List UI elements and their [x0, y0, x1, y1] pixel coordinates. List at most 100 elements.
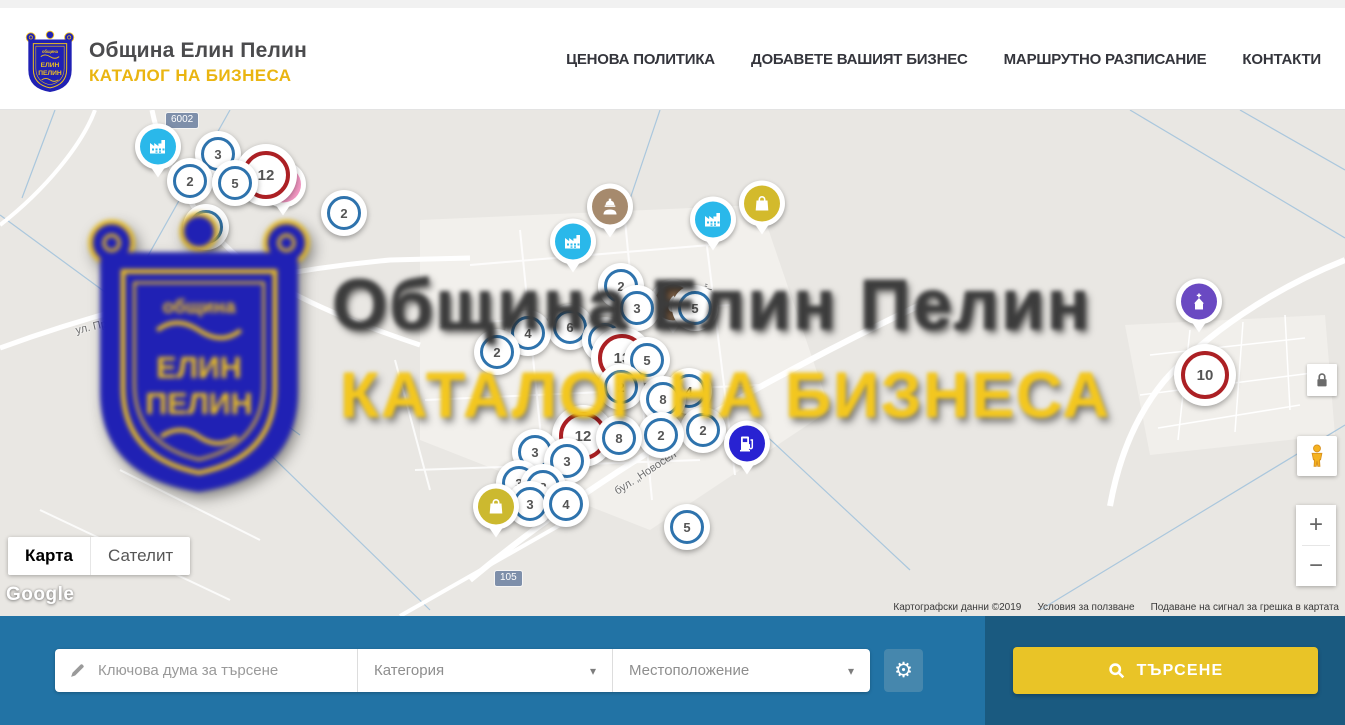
site-subtitle: КАТАЛОГ НА БИЗНЕСА — [89, 66, 307, 86]
cluster-count: 5 — [231, 176, 238, 191]
zoom-out-button[interactable]: − — [1296, 546, 1336, 586]
page: Община Елин Пелин КАТАЛОГ НА БИЗНЕСА ЦЕН… — [0, 0, 1345, 725]
search-button-label: ТЪРСЕНЕ — [1137, 662, 1224, 680]
cluster-count: 8 — [615, 431, 622, 446]
icon-bag — [486, 496, 506, 516]
site-logo[interactable]: Община Елин Пелин КАТАЛОГ НА БИЗНЕСА — [25, 30, 307, 94]
search-bar: Категория ▾ Местоположение ▾ ⚙ ТЪРСЕНЕ — [0, 616, 1345, 725]
street-view-pegman[interactable] — [1297, 436, 1337, 476]
category-label: Категория — [374, 662, 444, 679]
map-type-button[interactable]: Сателит — [90, 537, 190, 575]
cluster-count: 4 — [524, 326, 531, 341]
cluster-marker[interactable]: 8 — [596, 415, 642, 461]
worker-pin-icon[interactable] — [587, 183, 633, 229]
pin-dot — [140, 128, 176, 164]
cluster-count: 12 — [258, 167, 275, 184]
cluster-count: 3 — [214, 147, 221, 162]
cluster-count: 5 — [643, 353, 650, 368]
keyword-field[interactable] — [55, 649, 357, 692]
cluster-marker[interactable]: 2 — [474, 329, 520, 375]
cluster-count: 2 — [657, 428, 664, 443]
search-fields: Категория ▾ Местоположение ▾ — [55, 649, 870, 692]
cluster-marker[interactable]: 5 — [212, 160, 258, 206]
header: Община Елин Пелин КАТАЛОГ НА БИЗНЕСА ЦЕН… — [0, 0, 1345, 110]
icon-factory — [148, 136, 168, 156]
shopping-bag-pin-icon[interactable] — [739, 180, 785, 226]
cluster-count: 6 — [566, 320, 573, 335]
cluster-count: 10 — [1197, 367, 1214, 384]
cluster-count: 5 — [691, 301, 698, 316]
gear-icon: ⚙ — [894, 658, 913, 683]
advanced-settings-button[interactable]: ⚙ — [884, 649, 923, 692]
icon-factory — [563, 231, 583, 251]
cluster-count: 3 — [526, 497, 533, 512]
pin-dot — [729, 425, 765, 461]
site-title: Община Елин Пелин — [89, 39, 307, 63]
attribution-link[interactable]: Подаване на сигнал за грешка в картата — [1151, 602, 1339, 613]
search-button[interactable]: ТЪРСЕНЕ — [1013, 647, 1318, 694]
pencil-icon — [69, 662, 86, 679]
zoom-in-button[interactable]: + — [1296, 505, 1336, 545]
cluster-marker[interactable]: 2 — [680, 407, 726, 453]
cluster-count: 2 — [617, 380, 624, 395]
church-pin-icon[interactable] — [1176, 278, 1222, 324]
pin-dot — [1181, 283, 1217, 319]
search-icon — [1108, 662, 1125, 679]
cluster-count: 5 — [683, 520, 690, 535]
cluster-count: 3 — [633, 301, 640, 316]
cluster-count: 2 — [493, 345, 500, 360]
cluster-count: 8 — [659, 392, 666, 407]
cluster-count: 2 — [699, 423, 706, 438]
google-logo[interactable]: Google — [6, 584, 74, 606]
cluster-marker[interactable]: 5 — [664, 504, 710, 550]
municipality-crest-icon — [25, 30, 75, 94]
icon-church — [1189, 291, 1209, 311]
pin-dot — [695, 201, 731, 237]
cluster-count: 3 — [563, 454, 570, 469]
nav-item[interactable]: КОНТАКТИ — [1242, 51, 1321, 68]
shopping-bag-pin-icon[interactable] — [473, 483, 519, 529]
cluster-marker[interactable]: 10 — [1174, 344, 1236, 406]
cluster-marker[interactable]: 2 — [638, 412, 684, 458]
factory-pin-icon[interactable] — [550, 218, 596, 264]
cluster-count: 3 — [531, 445, 538, 460]
icon-factory — [703, 209, 723, 229]
location-select[interactable]: Местоположение ▾ — [612, 649, 870, 692]
fuel-pin-icon[interactable] — [724, 420, 770, 466]
cluster-marker[interactable]: 5 — [672, 285, 718, 331]
pin-dot — [555, 223, 591, 259]
chevron-down-icon: ▾ — [848, 664, 854, 678]
cluster-count: 4 — [562, 497, 569, 512]
nav-item[interactable]: ЦЕНОВА ПОЛИТИКА — [566, 51, 715, 68]
map-canvas[interactable]: 6002105ул. Преславбул. „Новоселци" 31225… — [0, 110, 1345, 616]
cluster-count: 2 — [340, 206, 347, 221]
chevron-down-icon: ▾ — [590, 664, 596, 678]
icon-bag — [752, 193, 772, 213]
nav-item[interactable]: МАРШРУТНО РАЗПИСАНИЕ — [1004, 51, 1207, 68]
cluster-marker[interactable]: 2 — [183, 204, 229, 250]
keyword-input[interactable] — [98, 662, 345, 679]
cluster-count: 2 — [186, 174, 193, 189]
pin-dot — [592, 188, 628, 224]
cluster-count: 2 — [202, 220, 209, 235]
attribution-link[interactable]: Условия за ползване — [1037, 602, 1134, 613]
lock-icon — [1311, 369, 1333, 391]
cluster-marker[interactable]: 4 — [543, 481, 589, 527]
location-label: Местоположение — [629, 662, 749, 679]
icon-worker — [600, 196, 620, 216]
factory-pin-icon[interactable] — [690, 196, 736, 242]
nav-item[interactable]: ДОБАВЕТЕ ВАШИЯТ БИЗНЕС — [751, 51, 968, 68]
pin-dot — [744, 185, 780, 221]
map-type-control: КартаСателит — [8, 537, 190, 575]
icon-fuel — [737, 433, 757, 453]
main-nav: ЦЕНОВА ПОЛИТИКА ДОБАВЕТЕ ВАШИЯТ БИЗНЕС МАР… — [566, 8, 1321, 110]
cluster-marker[interactable]: 2 — [167, 158, 213, 204]
category-select[interactable]: Категория ▾ — [357, 649, 612, 692]
attribution-text: Картографски данни ©2019 — [893, 602, 1021, 613]
cluster-marker[interactable]: 2 — [321, 190, 367, 236]
lock-map-button[interactable] — [1307, 364, 1337, 396]
cluster-count: 4 — [685, 384, 692, 399]
map-attribution: Картографски данни ©2019 Условия за ползв… — [893, 602, 1339, 613]
cluster-marker[interactable]: 2 — [598, 364, 644, 410]
map-type-button[interactable]: Карта — [8, 537, 90, 575]
